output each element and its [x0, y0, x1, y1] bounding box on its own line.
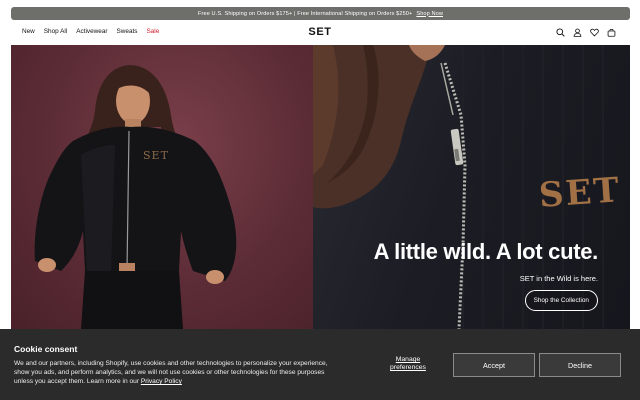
promo-text: Free U.S. Shipping on Orders $175+ | Fre…	[198, 10, 413, 17]
cookie-body: We and our partners, including Shopify, …	[14, 359, 344, 386]
promo-bar: Free U.S. Shipping on Orders $175+ | Fre…	[11, 7, 630, 20]
hero-headline: A little wild. A lot cute.	[373, 239, 599, 264]
hero-image-closeup: SET	[313, 45, 630, 329]
jacket-logo-left: SET	[143, 149, 169, 162]
nav-item-new[interactable]: New	[22, 28, 35, 35]
accept-button[interactable]: Accept	[453, 353, 535, 377]
nav-item-activewear[interactable]: Activewear	[76, 28, 107, 35]
wishlist-icon[interactable]	[590, 28, 599, 37]
hero-banner[interactable]: SET SET A little wild. A lot cute. SET i…	[11, 45, 630, 329]
cookie-banner: Cookie consent We and our partners, incl…	[0, 329, 640, 400]
nav-item-sweats[interactable]: Sweats	[117, 28, 138, 35]
search-icon[interactable]	[556, 28, 565, 37]
hero-image-model: SET	[11, 45, 313, 329]
cart-icon[interactable]	[607, 28, 616, 37]
main-nav: New Shop All Activewear Sweats Sale	[22, 28, 168, 35]
jacket-logo-leopard: SET	[537, 170, 623, 216]
shop-collection-button[interactable]: Shop the Collection	[524, 290, 598, 311]
privacy-policy-link[interactable]: Privacy Policy	[141, 378, 182, 385]
header-icons	[556, 28, 616, 37]
decline-button[interactable]: Decline	[539, 353, 621, 377]
shop-now-link[interactable]: Shop Now	[416, 11, 443, 17]
nav-item-sale[interactable]: Sale	[146, 28, 159, 35]
manage-preferences-link[interactable]: Manage preferences	[382, 356, 434, 373]
hero-subtext: SET in the Wild is here.	[519, 274, 598, 283]
site-logo[interactable]: SET	[308, 26, 331, 38]
account-icon[interactable]	[573, 28, 582, 37]
cookie-title: Cookie consent	[14, 344, 78, 354]
nav-item-shop-all[interactable]: Shop All	[44, 28, 67, 35]
site-header: New Shop All Activewear Sweats Sale SET	[0, 22, 640, 44]
